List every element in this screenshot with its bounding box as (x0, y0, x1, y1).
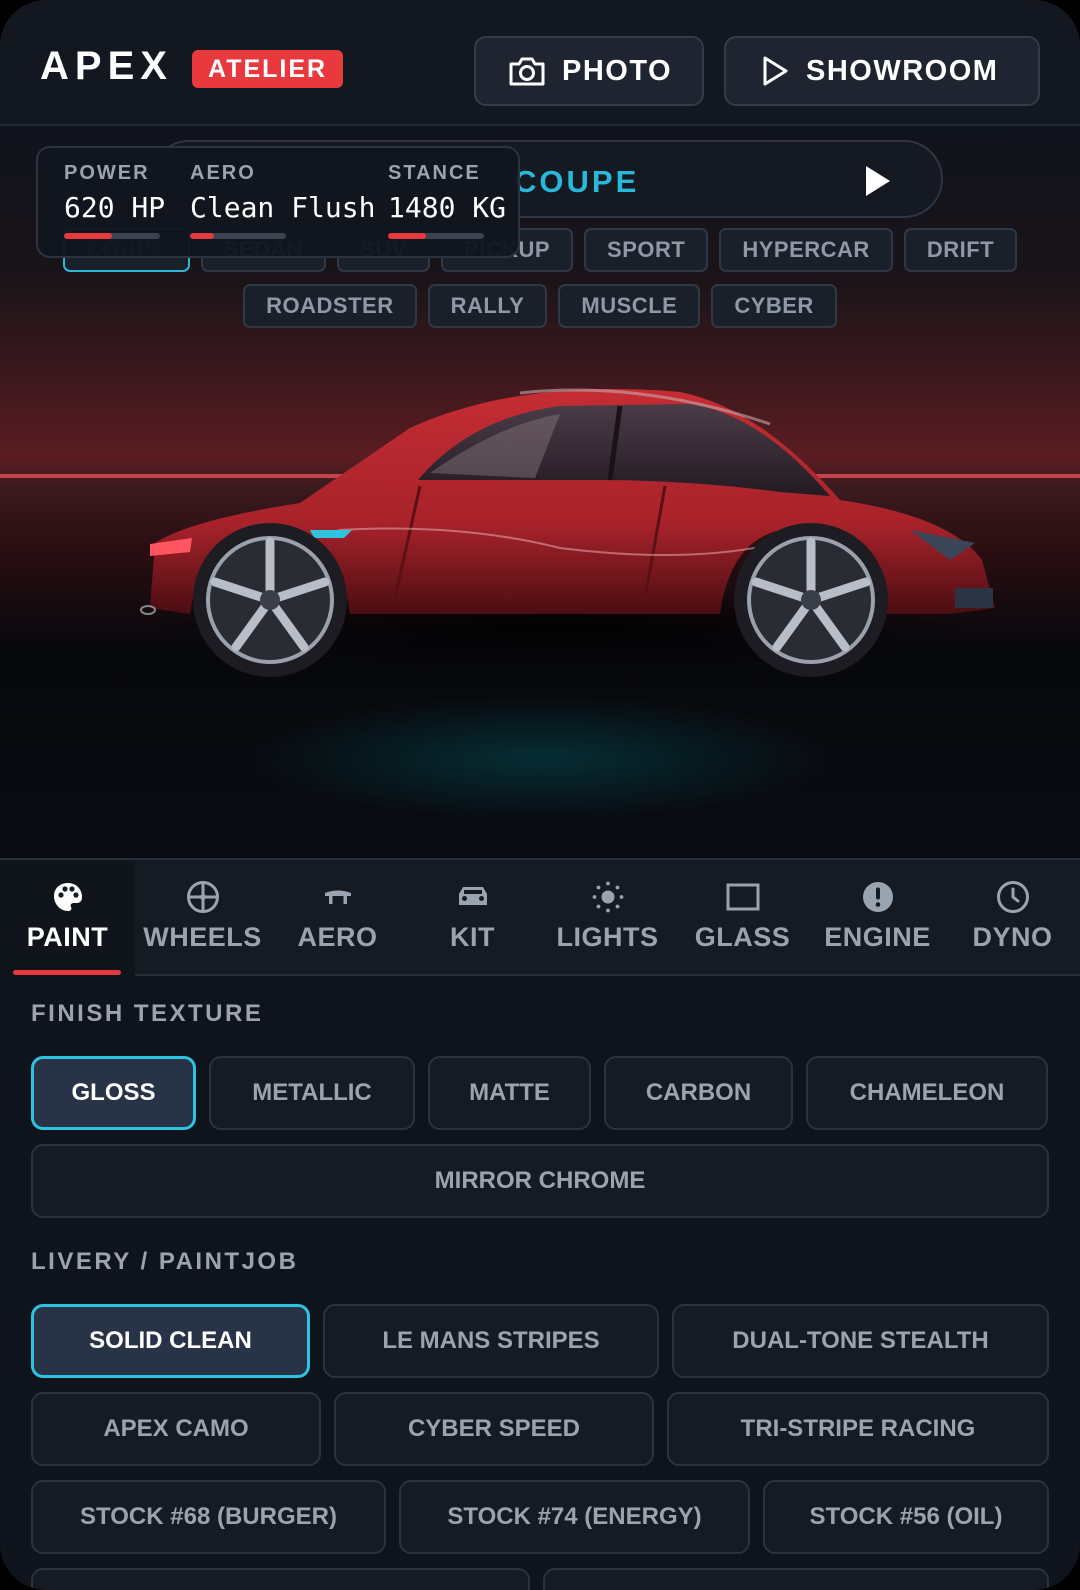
showroom-button[interactable]: SHOWROOM (724, 36, 1040, 106)
stat-value: Clean Flush (190, 191, 376, 224)
body-type-chip[interactable]: ROADSTER (243, 284, 417, 328)
header: APEX ATELIER PHOTO SHOWROOM (0, 0, 1080, 126)
play-outline-icon (763, 56, 788, 86)
tab-wheels[interactable]: WHEELS (135, 860, 270, 976)
livery-option[interactable]: CYBER SPEED (334, 1392, 654, 1466)
stat-value: 620 HP (64, 191, 166, 224)
tab-label: DYNO (972, 922, 1053, 952)
stat-aero: AERO Clean Flush (190, 162, 375, 239)
tab-glass[interactable]: GLASS (675, 860, 810, 976)
stat-bar (388, 233, 484, 239)
finish-texture-title: FINISH TEXTURE (31, 1000, 264, 1027)
stat-bar (64, 233, 160, 239)
livery-option[interactable]: LE MANS STRIPES (323, 1304, 659, 1378)
livery-option[interactable]: DUAL-TONE STEALTH (672, 1304, 1049, 1378)
body-type-row-2: ROADSTER RALLY MUSCLE CYBER (0, 284, 1080, 328)
tab-kit[interactable]: KIT (405, 860, 540, 976)
stat-fill (388, 233, 427, 239)
livery-option-partial[interactable] (31, 1568, 530, 1590)
tab-label: LIGHTS (556, 922, 659, 952)
finish-option[interactable]: METALLIC (209, 1056, 415, 1130)
brand-logo: APEX (40, 44, 173, 88)
finish-option[interactable]: MATTE (428, 1056, 591, 1130)
palette-icon (54, 883, 82, 911)
livery-option[interactable]: STOCK #68 (BURGER) (31, 1480, 386, 1554)
photo-button-label: PHOTO (562, 54, 673, 87)
finish-option[interactable]: CHAMELEON (806, 1056, 1048, 1130)
finish-option[interactable]: MIRROR CHROME (31, 1144, 1049, 1218)
tab-aero[interactable]: AERO (270, 860, 405, 976)
camera-icon (509, 57, 545, 86)
livery-options-row-3: STOCK #68 (BURGER) STOCK #74 (ENERGY) ST… (31, 1480, 1049, 1554)
photo-button[interactable]: PHOTO (474, 36, 704, 106)
tab-label: AERO (297, 922, 378, 952)
car-front-icon (459, 887, 487, 905)
tab-label: ENGINE (824, 922, 931, 952)
stat-bar (190, 233, 286, 239)
front-wheel (734, 523, 888, 677)
tab-label: KIT (450, 922, 495, 952)
category-tabs: PAINT WHEELS AERO KIT LIGHTS GLASS ENGIN… (0, 858, 1080, 976)
livery-title: LIVERY / PAINTJOB (31, 1248, 299, 1275)
finish-option[interactable]: GLOSS (31, 1056, 196, 1130)
livery-option[interactable]: APEX CAMO (31, 1392, 321, 1466)
tab-paint[interactable]: PAINT (0, 860, 135, 976)
rear-wheel (193, 523, 347, 677)
finish-options-row-1: GLOSS METALLIC MATTE CARBON CHAMELEON (31, 1056, 1049, 1130)
window-icon (726, 883, 760, 911)
paint-panel: FINISH TEXTURE GLOSS METALLIC MATTE CARB… (0, 976, 1080, 1590)
livery-option[interactable]: TRI-STRIPE RACING (667, 1392, 1049, 1466)
alert-icon (863, 882, 893, 912)
active-tab-indicator (13, 970, 121, 975)
stat-fill (64, 233, 112, 239)
stat-value: 1480 KG (388, 191, 507, 224)
clock-icon (997, 881, 1029, 913)
livery-options-row-1: SOLID CLEAN LE MANS STRIPES DUAL-TONE ST… (31, 1304, 1049, 1378)
body-type-chip[interactable]: SPORT (584, 228, 709, 272)
tab-label: GLASS (694, 922, 791, 952)
next-model-icon[interactable] (864, 164, 892, 198)
body-type-chip[interactable]: HYPERCAR (719, 228, 893, 272)
body-type-chip[interactable]: DRIFT (903, 228, 1018, 272)
tab-label: PAINT (26, 922, 109, 952)
stats-overlay: POWER 620 HP AERO Clean Flush STANCE 148… (36, 146, 520, 258)
body-type-chip[interactable]: MUSCLE (558, 284, 701, 328)
stat-label: STANCE (388, 162, 481, 184)
finish-options-row-2: MIRROR CHROME (31, 1144, 1049, 1218)
stat-fill (190, 233, 214, 239)
sun-icon (592, 881, 624, 913)
brand-badge: ATELIER (192, 50, 344, 88)
car-stage: COUPE COUPE SEDAN SUV PICKUP SPORT HYPER… (0, 128, 1080, 858)
model-name: COUPE (514, 164, 640, 199)
tab-engine[interactable]: ENGINE (810, 860, 945, 976)
app-root: APEX ATELIER PHOTO SHOWROOM COUPE SPORT … (0, 0, 1080, 1590)
livery-option[interactable]: SOLID CLEAN (31, 1304, 310, 1378)
livery-option[interactable]: STOCK #74 (ENERGY) (399, 1480, 750, 1554)
showroom-button-label: SHOWROOM (806, 54, 999, 87)
stat-label: POWER (64, 162, 150, 184)
body-type-chip[interactable]: RALLY (427, 284, 548, 328)
body-type-chip[interactable]: CYBER (711, 284, 837, 328)
tab-dyno[interactable]: DYNO (945, 860, 1080, 976)
stat-stance: STANCE 1480 KG (388, 162, 506, 239)
stat-power: POWER 620 HP (64, 162, 165, 239)
tab-lights[interactable]: LIGHTS (540, 860, 675, 976)
stat-label: AERO (190, 162, 256, 184)
livery-options-row-4 (31, 1568, 1049, 1590)
livery-option[interactable]: STOCK #56 (OIL) (763, 1480, 1049, 1554)
spoiler-icon (325, 890, 351, 904)
wheel-icon (187, 881, 219, 913)
finish-option[interactable]: CARBON (604, 1056, 793, 1130)
tab-label: WHEELS (143, 922, 262, 952)
livery-option-partial[interactable] (543, 1568, 1049, 1590)
livery-options-row-2: APEX CAMO CYBER SPEED TRI-STRIPE RACING (31, 1392, 1049, 1466)
